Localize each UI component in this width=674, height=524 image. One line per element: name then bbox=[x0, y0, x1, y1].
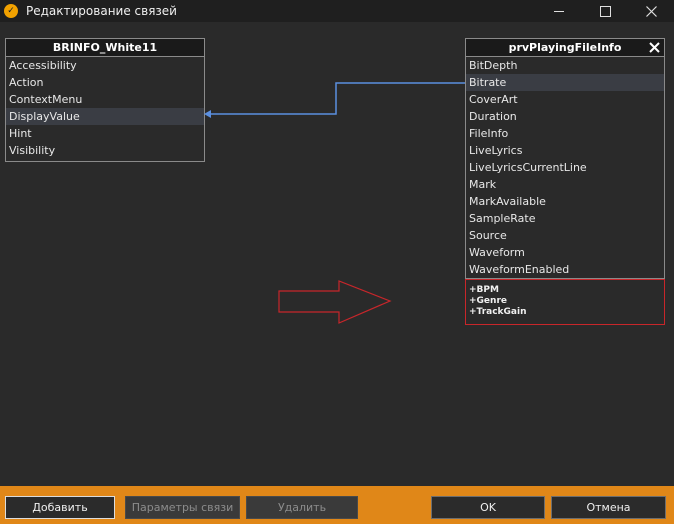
link-overlay bbox=[204, 82, 465, 324]
relation-link-arrowhead bbox=[204, 110, 211, 118]
dialog-footer: Добавить Параметры связи Удалить OK Отме… bbox=[0, 486, 674, 524]
cancel-button[interactable]: Отмена bbox=[551, 496, 666, 519]
annotation-arrow bbox=[278, 280, 392, 324]
add-button[interactable]: Добавить bbox=[5, 496, 115, 519]
ok-button[interactable]: OK bbox=[431, 496, 545, 519]
link-params-button[interactable]: Параметры связи bbox=[125, 496, 240, 519]
relation-link-line[interactable] bbox=[210, 82, 465, 115]
delete-button[interactable]: Удалить bbox=[246, 496, 358, 519]
